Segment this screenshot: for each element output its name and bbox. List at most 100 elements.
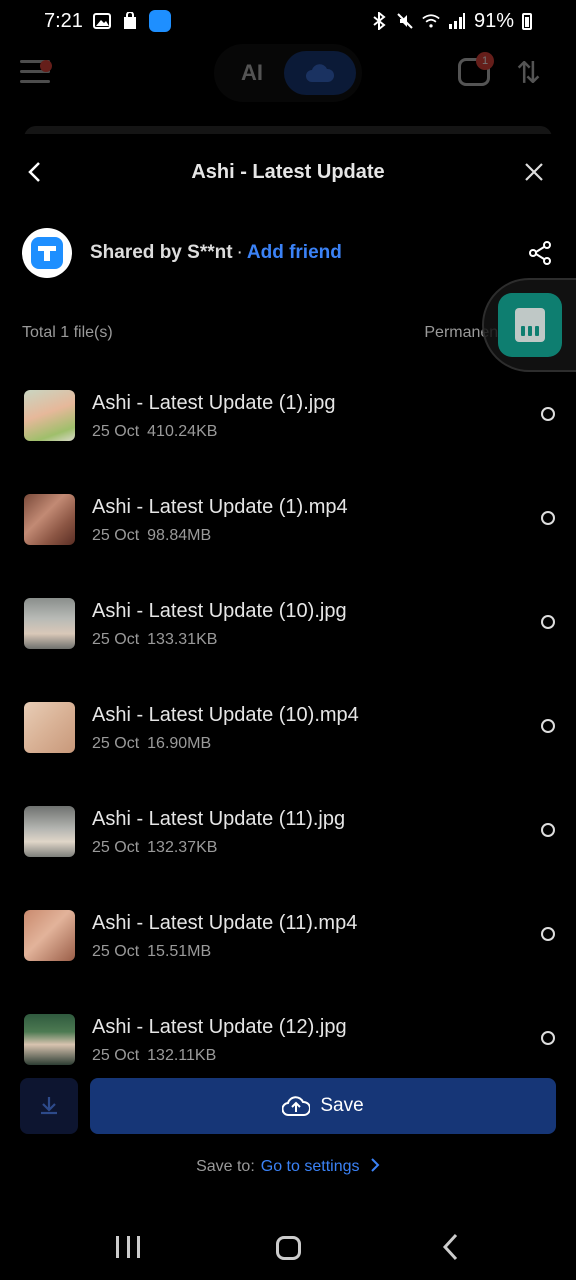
file-size: 16.90MB <box>147 735 212 752</box>
document-icon <box>515 308 545 342</box>
battery-icon <box>522 12 532 30</box>
file-size: 132.11KB <box>147 1047 217 1064</box>
shop-notification-icon <box>121 12 139 30</box>
cloud-tab[interactable] <box>284 51 356 95</box>
file-meta: 25 Oct 98.84MB <box>92 527 211 545</box>
file-date: 25 Oct <box>92 423 140 440</box>
close-icon <box>525 163 543 181</box>
status-bar: 7:21 91% <box>0 0 576 42</box>
back-button[interactable] <box>18 154 50 190</box>
file-date: 25 Oct <box>92 735 140 752</box>
photo-thumbnail <box>24 1014 75 1065</box>
file-meta: 25 Oct 410.24KB <box>92 423 217 441</box>
file-name: Ashi - Latest Update (1).mp4 <box>92 496 348 518</box>
file-date: 25 Oct <box>92 527 140 544</box>
nav-back-button[interactable] <box>440 1232 464 1262</box>
select-radio[interactable] <box>541 511 555 525</box>
file-date: 25 Oct <box>92 631 140 648</box>
file-name: Ashi - Latest Update (1).jpg <box>92 392 336 414</box>
file-size: 133.31KB <box>147 631 218 648</box>
photo-thumbnail <box>24 390 75 441</box>
save-to-row: Save to: Go to settings <box>0 1158 576 1176</box>
ai-cloud-toggle[interactable]: AI <box>214 44 362 102</box>
save-button[interactable]: Save <box>90 1078 556 1134</box>
save-label: Save <box>320 1095 364 1116</box>
select-radio[interactable] <box>541 927 555 941</box>
file-name: Ashi - Latest Update (10).mp4 <box>92 704 359 726</box>
file-item[interactable]: Ashi - Latest Update (11).mp4 25 Oct 15.5… <box>0 882 576 986</box>
select-radio[interactable] <box>541 615 555 629</box>
shared-files-sheet: Ashi - Latest Update Shared by S**nt · A… <box>0 134 576 1204</box>
file-size: 132.37KB <box>147 839 218 856</box>
file-item[interactable]: Ashi - Latest Update (11).jpg 25 Oct 132.… <box>0 778 576 882</box>
file-name: Ashi - Latest Update (10).jpg <box>92 600 347 622</box>
nav-back-icon <box>442 1233 458 1261</box>
save-to-label: Save to: <box>196 1158 255 1175</box>
photo-thumbnail <box>24 806 75 857</box>
select-radio[interactable] <box>541 823 555 837</box>
home-button[interactable] <box>276 1236 301 1260</box>
share-button[interactable] <box>524 237 556 269</box>
battery-percent: 91% <box>473 9 514 32</box>
add-friend-link[interactable]: Add friend <box>247 242 342 264</box>
file-meta: 25 Oct 16.90MB <box>92 735 211 753</box>
download-icon <box>41 1097 57 1115</box>
select-radio[interactable] <box>541 407 555 421</box>
chat-badge: 1 <box>476 52 494 70</box>
chevron-right-icon <box>371 1158 380 1172</box>
photo-thumbnail <box>24 598 75 649</box>
transfer-icon[interactable]: ⇅ <box>516 56 541 91</box>
menu-notification-dot <box>40 60 52 72</box>
recent-apps-button[interactable] <box>116 1236 140 1258</box>
download-button[interactable] <box>20 1078 78 1134</box>
file-size: 98.84MB <box>147 527 212 544</box>
file-size: 410.24KB <box>147 423 218 440</box>
file-item[interactable]: Ashi - Latest Update (12).jpg 25 Oct 132.… <box>0 986 576 1070</box>
files-summary-row: Total 1 file(s) Permanent validity <box>22 324 556 342</box>
file-size: 15.51MB <box>147 943 212 960</box>
system-nav-bar <box>0 1210 576 1280</box>
file-name: Ashi - Latest Update (11).jpg <box>92 808 346 830</box>
wifi-icon <box>422 12 440 30</box>
share-icon <box>529 241 551 265</box>
cloud-icon <box>306 64 335 82</box>
bluetooth-icon <box>370 12 388 30</box>
video-thumbnail <box>24 494 75 545</box>
terabox-logo-icon <box>38 246 56 261</box>
file-meta: 25 Oct 132.11KB <box>92 1047 216 1065</box>
file-name: Ashi - Latest Update (12).jpg <box>92 1016 347 1038</box>
shared-by-label: Shared by S**nt <box>90 242 233 263</box>
ai-tab[interactable]: AI <box>220 60 284 86</box>
chevron-left-icon <box>28 162 40 182</box>
background-app-bar: AI 1 ⇅ <box>0 42 576 112</box>
sharer-avatar <box>22 228 72 278</box>
file-item[interactable]: Ashi - Latest Update (1).jpg 25 Oct 410.2… <box>0 362 576 466</box>
file-name: Ashi - Latest Update (11).mp4 <box>92 912 358 934</box>
video-thumbnail <box>24 702 75 753</box>
sheet-header: Ashi - Latest Update <box>0 134 576 210</box>
file-list: Ashi - Latest Update (1).jpg 25 Oct 410.2… <box>0 362 576 1070</box>
file-item[interactable]: Ashi - Latest Update (1).mp4 25 Oct 98.84… <box>0 466 576 570</box>
file-meta: 25 Oct 15.51MB <box>92 943 211 961</box>
sharer-row: Shared by S**nt · Add friend <box>22 228 556 278</box>
gallery-notification-icon <box>92 12 111 30</box>
terabox-notification-icon <box>148 10 171 32</box>
select-radio[interactable] <box>541 719 555 733</box>
close-button[interactable] <box>518 156 550 188</box>
file-date: 25 Oct <box>92 1047 140 1064</box>
file-meta: 25 Oct 132.37KB <box>92 839 217 857</box>
sheet-title: Ashi - Latest Update <box>191 160 385 183</box>
select-radio[interactable] <box>541 1031 555 1045</box>
status-time: 7:21 <box>44 9 83 32</box>
signal-icon <box>448 12 466 30</box>
file-item[interactable]: Ashi - Latest Update (10).mp4 25 Oct 16.9… <box>0 674 576 778</box>
action-bar: Save <box>20 1078 556 1134</box>
total-files-label: Total 1 file(s) <box>22 324 113 341</box>
cloud-upload-icon <box>282 1096 311 1116</box>
go-to-settings-link[interactable]: Go to settings <box>261 1158 360 1175</box>
file-date: 25 Oct <box>92 943 140 960</box>
file-item[interactable]: Ashi - Latest Update (10).jpg 25 Oct 133.… <box>0 570 576 674</box>
floating-widget-button[interactable] <box>482 278 576 372</box>
mute-icon <box>396 12 414 30</box>
video-thumbnail <box>24 910 75 961</box>
